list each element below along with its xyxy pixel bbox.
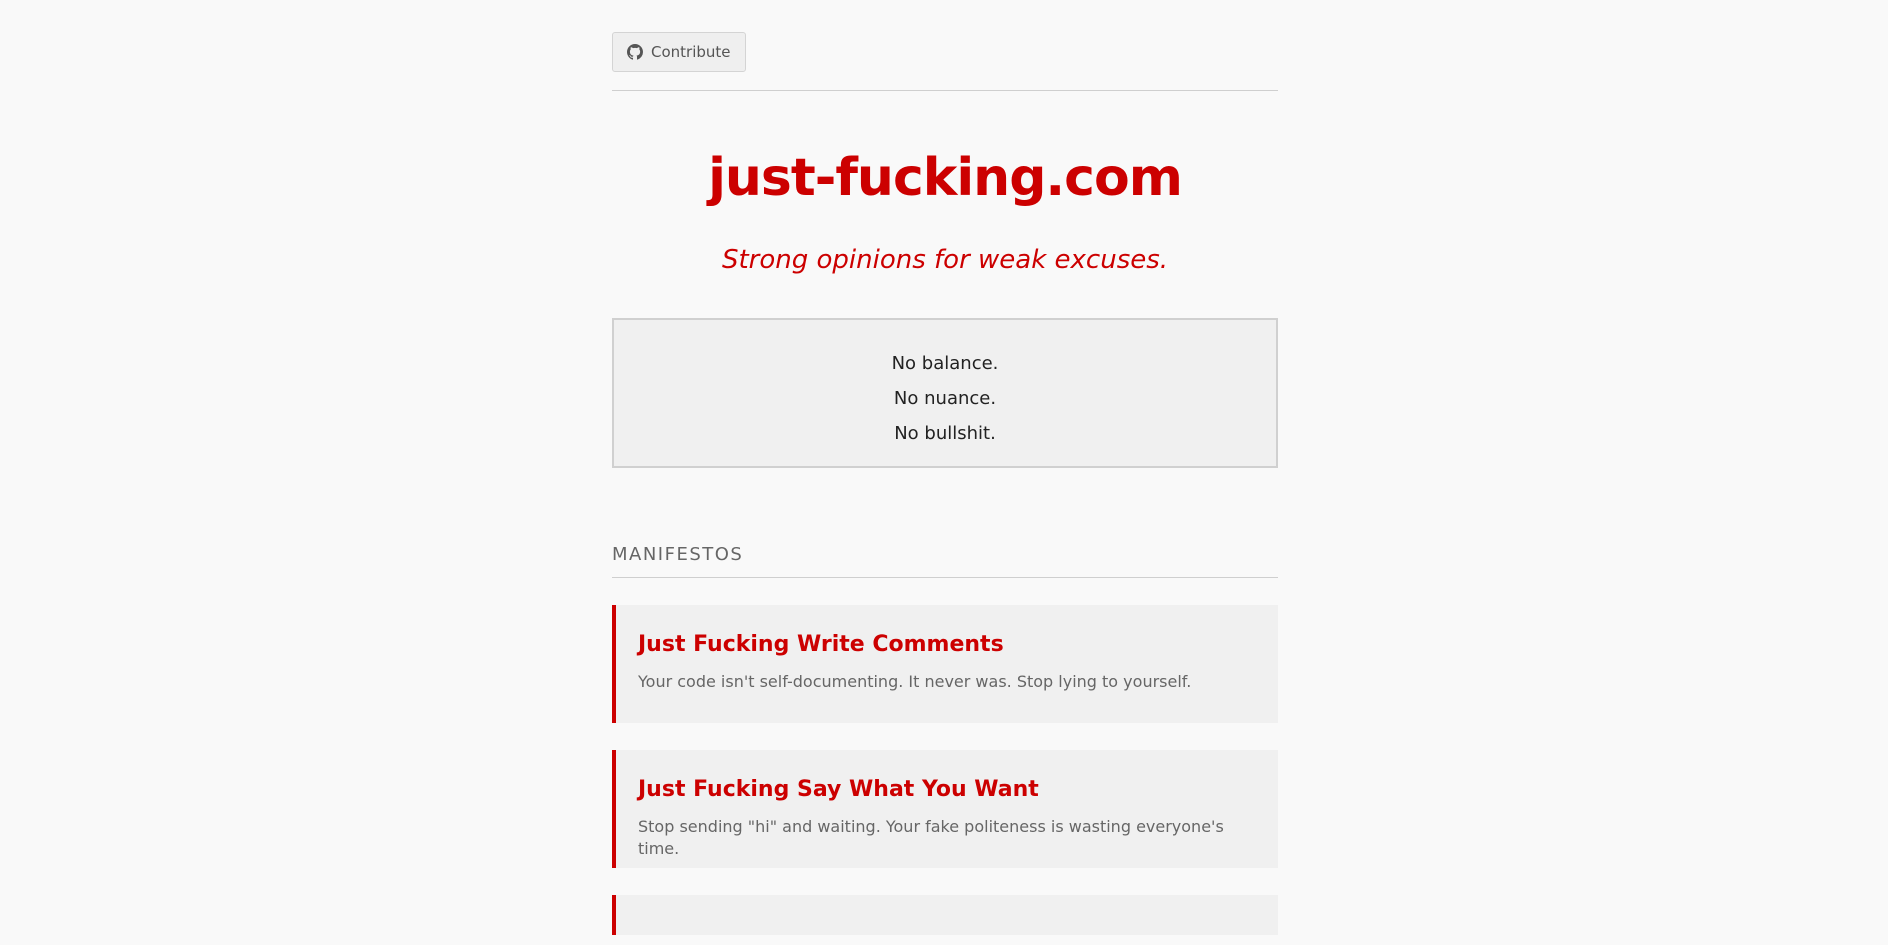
principle-line: No bullshit. [894,423,996,444]
manifesto-card[interactable] [612,895,1278,935]
manifestos-heading: MANIFESTOS [612,544,1278,578]
manifesto-description: Stop sending "hi" and waiting. Your fake… [638,817,1224,858]
manifesto-title[interactable]: Just Fucking Say What You Want [638,776,1256,804]
header-divider [612,90,1278,91]
github-icon [627,44,643,60]
manifesto-card[interactable]: Just Fucking Write Comments Your code is… [612,605,1278,723]
contribute-button[interactable]: Contribute [612,32,746,72]
principle-line: No nuance. [893,388,997,409]
contribute-label: Contribute [651,43,731,61]
manifesto-description: Your code isn't self-documenting. It nev… [638,672,1192,691]
site-title[interactable]: just-fucking.com [612,146,1278,210]
page-container: Contribute just-fucking.com Strong opini… [612,32,1278,935]
manifesto-card[interactable]: Just Fucking Say What You Want Stop send… [612,750,1278,868]
manifesto-title[interactable]: Just Fucking Write Comments [638,631,1256,659]
site-tagline: Strong opinions for weak excuses. [721,245,1169,275]
principle-line: No balance. [891,353,999,374]
principles-box: No balance. No nuance. No bullshit. [612,318,1278,468]
